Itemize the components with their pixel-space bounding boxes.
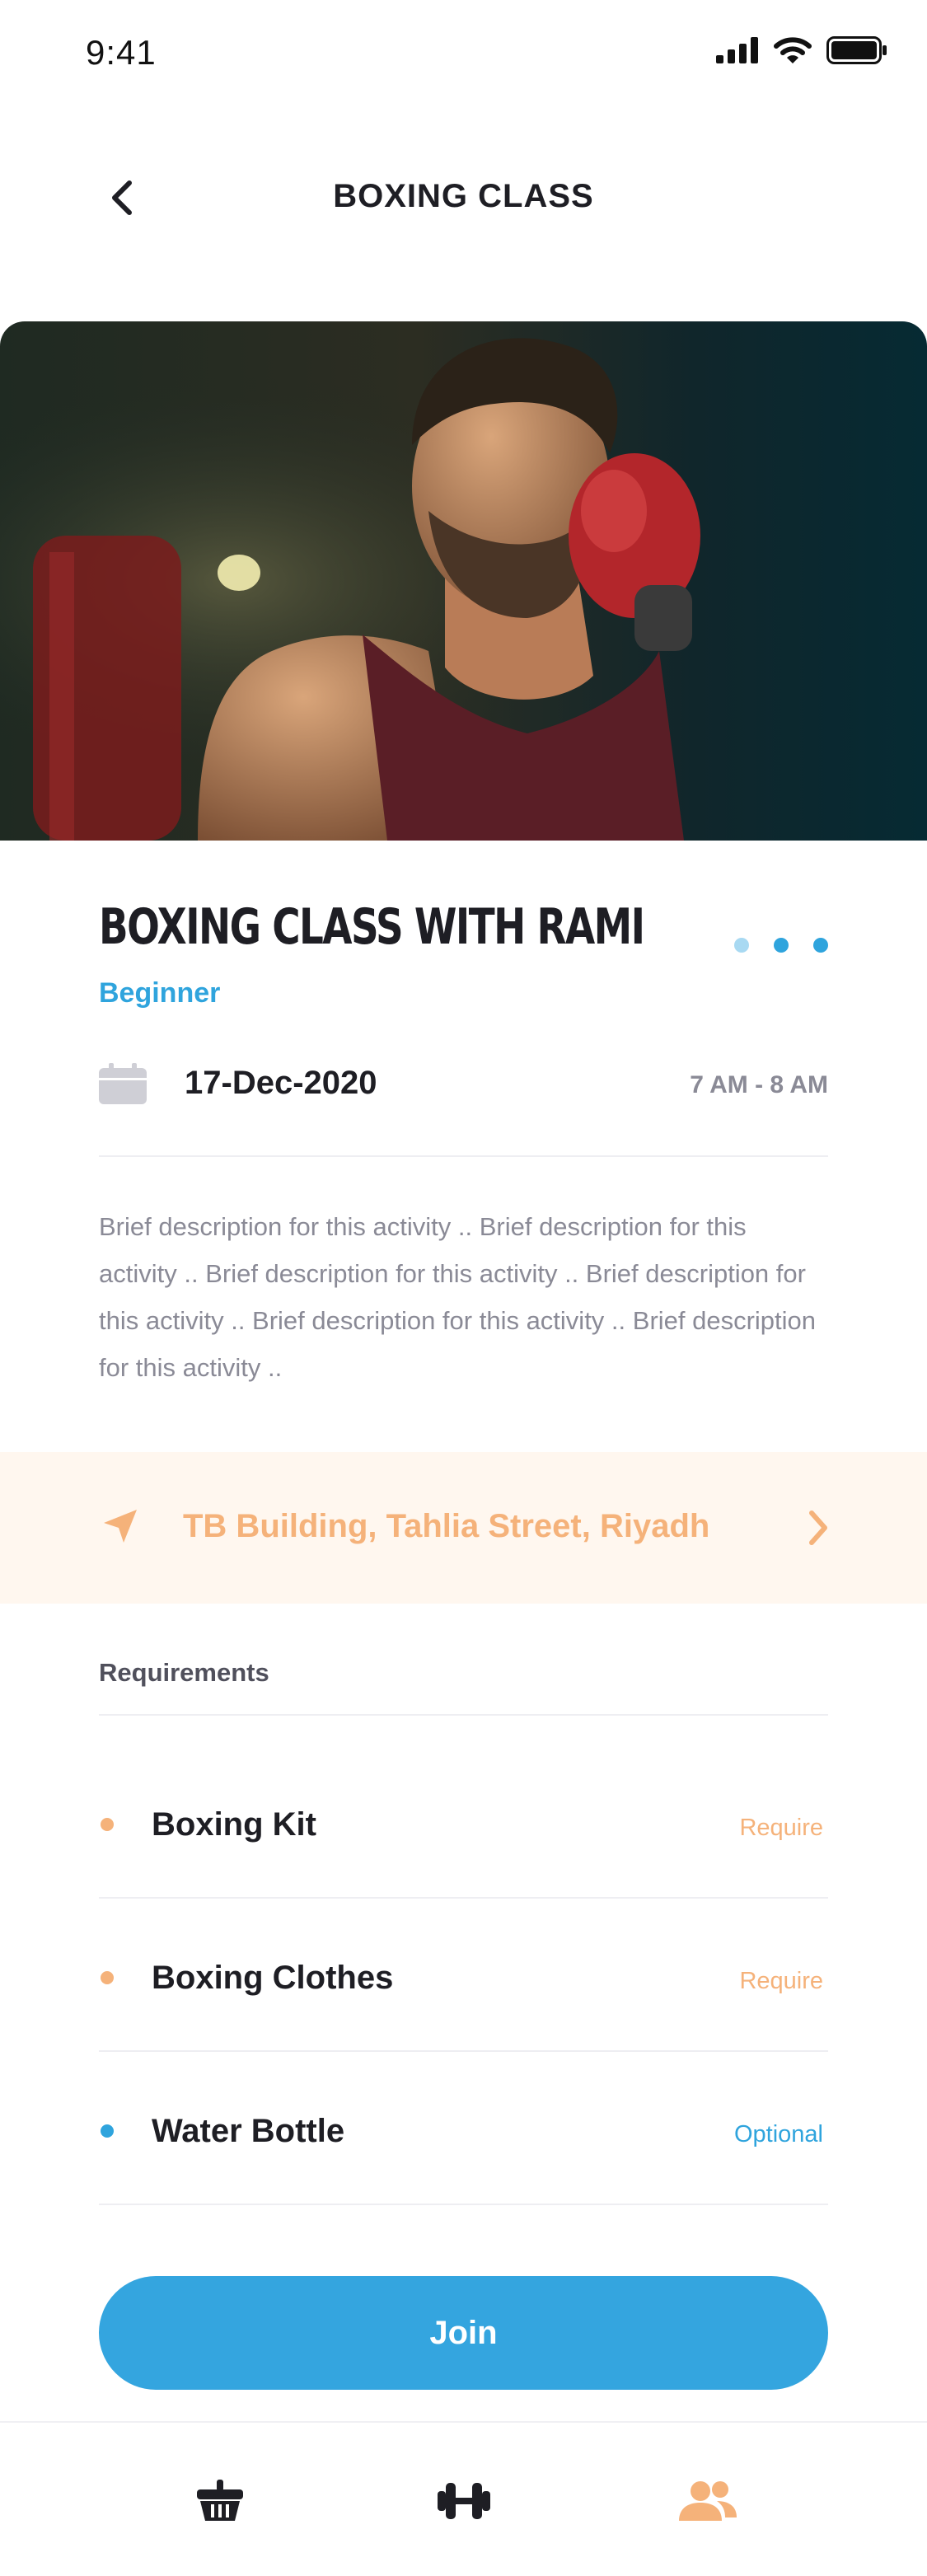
schedule-row: 17-Dec-2020 7 AM - 8 AM: [99, 1058, 828, 1108]
requirement-tag: Optional: [733, 2121, 823, 2147]
dumbbell-icon: [438, 2483, 490, 2519]
calendar-icon: [99, 1063, 147, 1104]
carousel-dot[interactable]: [813, 938, 828, 953]
requirement-tag: Require: [739, 1815, 823, 1841]
tab-community[interactable]: [671, 2464, 745, 2538]
carousel-dot[interactable]: [734, 938, 749, 953]
people-icon: [679, 2481, 737, 2521]
location-row[interactable]: TB Building, Tahlia Street, Riyadh: [0, 1452, 927, 1604]
bullet-dot: [101, 2124, 114, 2138]
requirement-item: Boxing Clothes Require: [99, 1899, 828, 2052]
requirement-name: Boxing Kit: [152, 1806, 316, 1843]
signal-icon: [716, 37, 758, 63]
divider: [99, 1155, 828, 1157]
top-nav: BOXING CLASS: [0, 148, 927, 247]
join-button[interactable]: Join: [99, 2276, 828, 2390]
level-label: Beginner: [99, 977, 221, 1009]
wifi-icon: [774, 37, 812, 63]
navigation-arrow-icon: [104, 1510, 137, 1543]
bullet-dot: [101, 1971, 114, 1984]
date-text: 17-Dec-2020: [185, 1065, 377, 1101]
status-icons: [716, 36, 887, 64]
battery-icon: [826, 36, 887, 64]
carousel-dot[interactable]: [774, 938, 789, 953]
chevron-right-icon: [809, 1510, 827, 1545]
location-address: TB Building, Tahlia Street, Riyadh: [183, 1508, 710, 1544]
boxer-photo: [0, 321, 927, 841]
requirement-item: Water Bottle Optional: [99, 2052, 828, 2205]
hero-image: [0, 321, 927, 841]
activity-description: Brief description for this activity .. B…: [99, 1212, 817, 1382]
requirement-tag: Require: [739, 1968, 823, 1994]
status-bar: 9:41: [0, 0, 927, 109]
carousel-indicator: [734, 938, 828, 953]
requirement-name: Water Bottle: [152, 2113, 345, 2149]
page-title: BOXING CLASS: [333, 178, 594, 214]
requirements-heading: Requirements: [99, 1658, 269, 1687]
tab-shop[interactable]: [183, 2464, 257, 2538]
tab-workouts[interactable]: [427, 2464, 501, 2538]
activity-title: BOXING CLASS WITH RAMI: [99, 898, 645, 956]
divider: [99, 2204, 828, 2205]
requirement-item: Boxing Kit Require: [99, 1745, 828, 1899]
bullet-dot: [101, 1818, 114, 1831]
requirement-name: Boxing Clothes: [152, 1960, 394, 1996]
bottom-tab-bar: [0, 2421, 927, 2576]
basket-icon: [197, 2480, 243, 2521]
status-time: 9:41: [86, 33, 157, 72]
time-range: 7 AM - 8 AM: [690, 1071, 828, 1098]
divider: [99, 1714, 828, 1716]
